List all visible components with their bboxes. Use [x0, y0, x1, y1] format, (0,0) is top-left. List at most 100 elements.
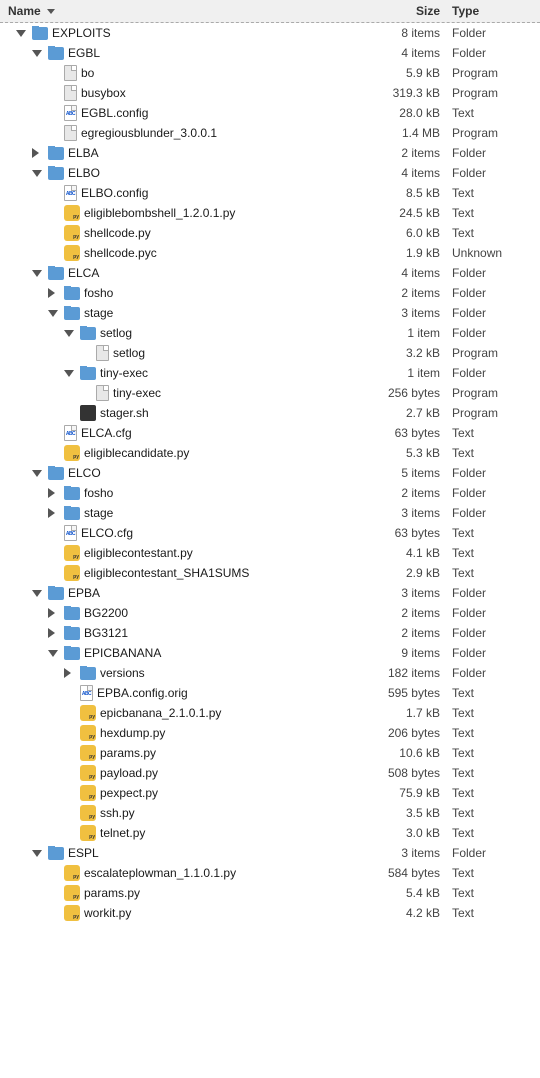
list-item[interactable]: stage3 itemsFolder [0, 503, 540, 523]
list-item[interactable]: payload.py508 bytesText [0, 763, 540, 783]
list-item[interactable]: ESPL3 itemsFolder [0, 843, 540, 863]
python-file-icon [64, 905, 80, 921]
toggle-icon[interactable] [64, 367, 76, 379]
list-item[interactable]: hexdump.py206 bytesText [0, 723, 540, 743]
list-item[interactable]: tiny-exec256 bytesProgram [0, 383, 540, 403]
list-item[interactable]: tiny-exec1 itemFolder [0, 363, 540, 383]
list-item[interactable]: ABCEGBL.config28.0 kBText [0, 103, 540, 123]
list-item[interactable]: stager.sh2.7 kBProgram [0, 403, 540, 423]
folder-icon [48, 847, 64, 860]
list-item[interactable]: ABCELCO.cfg63 bytesText [0, 523, 540, 543]
list-item[interactable]: ELBA2 itemsFolder [0, 143, 540, 163]
row-name-cell: params.py [8, 885, 362, 901]
list-item[interactable]: EGBL4 itemsFolder [0, 43, 540, 63]
toggle-icon[interactable] [32, 267, 44, 279]
list-item[interactable]: EPBA3 itemsFolder [0, 583, 540, 603]
file-size: 584 bytes [362, 866, 452, 880]
list-item[interactable]: setlog1 itemFolder [0, 323, 540, 343]
toggle-icon[interactable] [64, 667, 76, 679]
list-item[interactable]: eligiblecontestant.py4.1 kBText [0, 543, 540, 563]
list-item[interactable]: fosho2 itemsFolder [0, 483, 540, 503]
file-name: BG3121 [84, 626, 128, 640]
python-file-icon [80, 825, 96, 841]
list-item[interactable]: eligiblecandidate.py5.3 kBText [0, 443, 540, 463]
list-item[interactable]: stage3 itemsFolder [0, 303, 540, 323]
row-name-cell: hexdump.py [8, 725, 362, 741]
toggle-icon[interactable] [32, 587, 44, 599]
list-item[interactable]: ABCELCA.cfg63 bytesText [0, 423, 540, 443]
file-size: 8 items [362, 26, 452, 40]
toggle-icon[interactable] [32, 847, 44, 859]
list-item[interactable]: ELCA4 itemsFolder [0, 263, 540, 283]
toggle-icon[interactable] [48, 607, 60, 619]
file-type: Text [452, 206, 532, 220]
list-item[interactable]: workit.py4.2 kBText [0, 903, 540, 923]
list-item[interactable]: BG22002 itemsFolder [0, 603, 540, 623]
file-size: 1 item [362, 366, 452, 380]
toggle-icon[interactable] [32, 147, 44, 159]
list-item[interactable]: ABCELBO.config8.5 kBText [0, 183, 540, 203]
list-item[interactable]: ELCO5 itemsFolder [0, 463, 540, 483]
list-item[interactable]: versions182 itemsFolder [0, 663, 540, 683]
list-item[interactable]: busybox319.3 kBProgram [0, 83, 540, 103]
file-size: 3 items [362, 846, 452, 860]
list-item[interactable]: eligiblecontestant_SHA1SUMS2.9 kBText [0, 563, 540, 583]
toggle-icon[interactable] [48, 647, 60, 659]
folder-icon [80, 327, 96, 340]
folder-icon [80, 667, 96, 680]
file-name: EPICBANANA [84, 646, 161, 660]
toggle-icon[interactable] [48, 507, 60, 519]
list-item[interactable]: setlog3.2 kBProgram [0, 343, 540, 363]
list-item[interactable]: eligiblebombshell_1.2.0.1.py24.5 kBText [0, 203, 540, 223]
sort-icon[interactable] [47, 9, 55, 14]
list-item[interactable]: epicbanana_2.1.0.1.py1.7 kBText [0, 703, 540, 723]
list-item[interactable]: fosho2 itemsFolder [0, 283, 540, 303]
file-name: eligiblecontestant_SHA1SUMS [84, 566, 249, 580]
list-item[interactable]: ABCEPBA.config.orig595 bytesText [0, 683, 540, 703]
list-item[interactable]: telnet.py3.0 kBText [0, 823, 540, 843]
list-item[interactable]: params.py5.4 kBText [0, 883, 540, 903]
toggle-icon[interactable] [64, 327, 76, 339]
toggle-icon[interactable] [32, 467, 44, 479]
row-name-cell: shellcode.pyc [8, 245, 362, 261]
list-item[interactable]: EPICBANANA9 itemsFolder [0, 643, 540, 663]
text-file-icon: ABC [64, 525, 77, 541]
file-name: setlog [113, 346, 145, 360]
list-item[interactable]: params.py10.6 kBText [0, 743, 540, 763]
toggle-icon[interactable] [32, 47, 44, 59]
list-item[interactable]: BG31212 itemsFolder [0, 623, 540, 643]
list-item[interactable]: egregiousblunder_3.0.0.11.4 MBProgram [0, 123, 540, 143]
toggle-icon [64, 407, 76, 419]
file-type: Folder [452, 666, 532, 680]
python-file-icon [80, 805, 96, 821]
file-type: Text [452, 726, 532, 740]
toggle-icon[interactable] [48, 287, 60, 299]
file-type: Folder [452, 26, 532, 40]
list-item[interactable]: EXPLOITS8 itemsFolder [0, 23, 540, 43]
row-name-cell: shellcode.py [8, 225, 362, 241]
file-size: 5.9 kB [362, 66, 452, 80]
toggle-icon[interactable] [16, 27, 28, 39]
file-type: Folder [452, 286, 532, 300]
file-type: Folder [452, 606, 532, 620]
file-type: Text [452, 866, 532, 880]
list-item[interactable]: shellcode.pyc1.9 kBUnknown [0, 243, 540, 263]
list-item[interactable]: escalateplowman_1.1.0.1.py 584 bytesText [0, 863, 540, 883]
row-name-cell: ELCO [8, 466, 362, 480]
toggle-icon[interactable] [48, 487, 60, 499]
file-type: Folder [452, 266, 532, 280]
toggle-icon [64, 727, 76, 739]
toggle-icon[interactable] [48, 307, 60, 319]
list-item[interactable]: bo5.9 kBProgram [0, 63, 540, 83]
file-name: workit.py [84, 906, 131, 920]
file-name: shellcode.py [84, 226, 151, 240]
file-name: escalateplowman_1.1.0.1.py [84, 866, 236, 880]
list-item[interactable]: ssh.py3.5 kBText [0, 803, 540, 823]
list-item[interactable]: shellcode.py6.0 kBText [0, 223, 540, 243]
toggle-icon[interactable] [48, 627, 60, 639]
list-item[interactable]: pexpect.py75.9 kBText [0, 783, 540, 803]
list-item[interactable]: ELBO4 itemsFolder [0, 163, 540, 183]
file-size: 5.4 kB [362, 886, 452, 900]
name-header[interactable]: Name [8, 4, 362, 18]
toggle-icon[interactable] [32, 167, 44, 179]
